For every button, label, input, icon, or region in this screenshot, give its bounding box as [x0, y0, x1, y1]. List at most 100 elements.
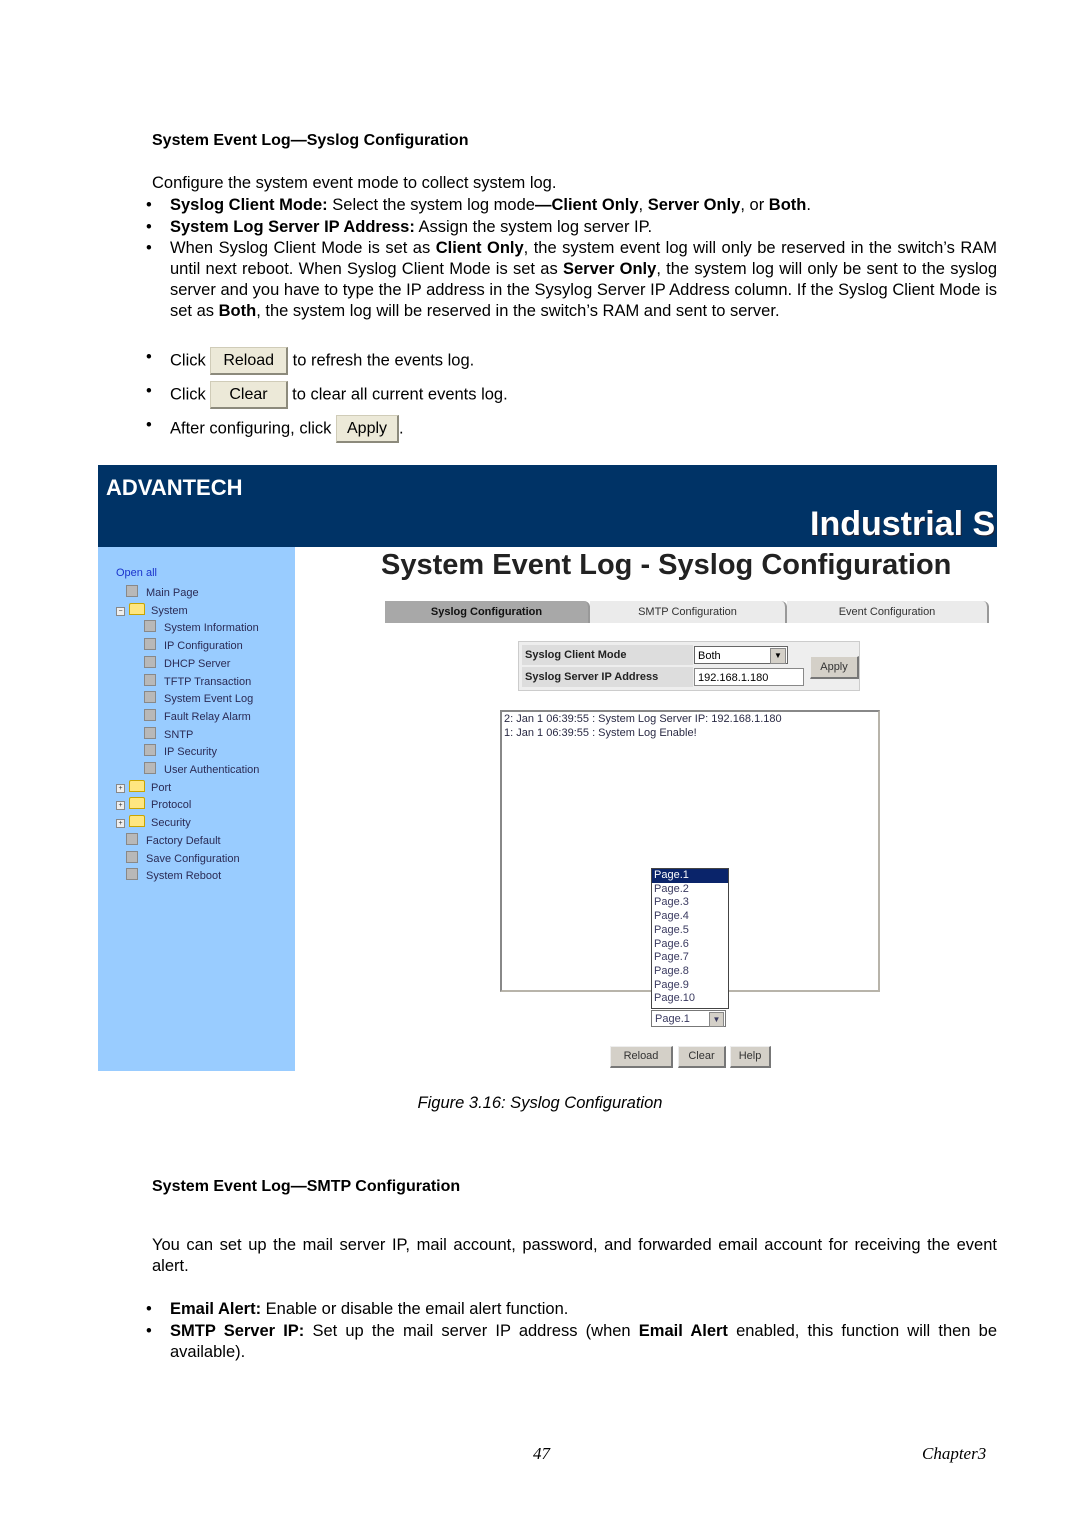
- sidebar-item[interactable]: IP Security: [144, 744, 217, 758]
- tab-event-configuration[interactable]: Event Configuration: [787, 601, 989, 623]
- folder-icon: [129, 602, 145, 615]
- page-option[interactable]: Page.10: [652, 992, 728, 1006]
- sidebar-item[interactable]: IP Configuration: [144, 638, 243, 652]
- section-heading-smtp: System Event Log—SMTP Configuration: [152, 1178, 461, 1195]
- page-icon: [144, 673, 156, 686]
- page-icon: [126, 868, 138, 881]
- page-number: 47: [533, 1444, 550, 1463]
- term: System Log Server IP Address:: [170, 218, 415, 236]
- sidebar-item[interactable]: System Information: [144, 620, 259, 634]
- text: When Syslog Client Mode is set as: [170, 239, 436, 257]
- page-option[interactable]: Page.9: [652, 979, 728, 993]
- open-all-link[interactable]: Open all: [116, 567, 157, 579]
- page-select[interactable]: Page.1 ▼: [651, 1010, 726, 1027]
- reload-button-image: Reload: [210, 347, 289, 375]
- page-option[interactable]: Page.4: [652, 910, 728, 924]
- sidebar-item[interactable]: TFTP Transaction: [144, 673, 251, 688]
- page-icon: [126, 850, 138, 863]
- sidebar-item[interactable]: User Authentication: [144, 762, 259, 776]
- clear-button[interactable]: Clear: [678, 1046, 726, 1068]
- client-mode-value: Both: [698, 650, 721, 662]
- sidebar-item[interactable]: System Reboot: [126, 868, 221, 882]
- reload-button[interactable]: Reload: [610, 1046, 673, 1068]
- sidebar-item[interactable]: Fault Relay Alarm: [144, 708, 251, 723]
- page-option[interactable]: Page.8: [652, 965, 728, 979]
- page-option[interactable]: Page.6: [652, 938, 728, 952]
- page-icon: [144, 655, 156, 668]
- syslog-form: Syslog Client Mode Both ▼ Syslog Server I…: [518, 641, 860, 691]
- expand-icon[interactable]: +: [116, 801, 125, 811]
- help-button[interactable]: Help: [730, 1046, 771, 1068]
- page-option[interactable]: Page.1: [652, 869, 728, 883]
- sidebar-item-label: Main Page: [146, 587, 199, 599]
- bullet-mode-explanation: • When Syslog Client Mode is set as Clie…: [146, 239, 998, 320]
- page-icon: [144, 726, 156, 739]
- sidebar-item[interactable]: Main Page: [126, 585, 199, 599]
- page-icon: [144, 638, 156, 651]
- page-option[interactable]: Page.7: [652, 951, 728, 965]
- apply-button[interactable]: Apply: [810, 656, 859, 679]
- intro-text: Configure the system event mode to colle…: [152, 174, 557, 192]
- page-icon: [144, 744, 156, 757]
- page-icon: [144, 691, 156, 704]
- expand-icon[interactable]: +: [116, 783, 125, 793]
- sidebar-item[interactable]: DHCP Server: [144, 655, 230, 670]
- page-dropdown-list[interactable]: Page.1 Page.2 Page.3 Page.4 Page.5 Page.6 Page…: [651, 868, 729, 1009]
- sidebar-item[interactable]: − System: [116, 602, 188, 617]
- bullet-smtp-server-ip: • SMTP Server IP: Set up the mail server…: [146, 1322, 997, 1361]
- chapter-label: Chapter3: [922, 1444, 987, 1463]
- sidebar-item[interactable]: SNTP: [144, 726, 193, 741]
- folder-icon: [129, 797, 145, 810]
- figure-caption: Figure 3.16: Syslog Configuration: [417, 1094, 663, 1112]
- log-line: 1: Jan 1 06:39:55 : System Log Enable!: [504, 727, 697, 739]
- sidebar-item-label: Port: [151, 781, 172, 794]
- text: Enable or disable the email alert functi…: [261, 1300, 569, 1318]
- term: Server Only: [562, 260, 657, 278]
- text: ,: [638, 196, 648, 214]
- server-ip-label: Syslog Server IP Address: [522, 667, 693, 687]
- sidebar-item[interactable]: System Event Log: [144, 691, 253, 705]
- text: Click: [170, 385, 206, 404]
- page-title: System Event Log - Syslog Configuration: [381, 549, 952, 581]
- chevron-down-icon[interactable]: ▼: [709, 1012, 724, 1027]
- text: .: [806, 196, 811, 214]
- sidebar-item-label: IP Security: [164, 746, 217, 759]
- sidebar-item-label: Factory Default: [146, 834, 221, 847]
- sidebar-item[interactable]: Save Configuration: [126, 850, 240, 865]
- tab-smtp-configuration[interactable]: SMTP Configuration: [590, 601, 787, 623]
- advantech-logo: ADVANTECH: [106, 475, 243, 500]
- expand-icon[interactable]: +: [116, 819, 125, 829]
- term: Email Alert: [638, 1322, 728, 1340]
- text: .: [399, 419, 404, 438]
- server-ip-input[interactable]: 192.168.1.180: [694, 668, 804, 686]
- sidebar-item-label: User Authentication: [164, 764, 260, 776]
- page-option[interactable]: Page.3: [652, 896, 728, 910]
- apply-button-image: Apply: [336, 415, 400, 443]
- term: Syslog Client Mode:: [170, 196, 328, 214]
- text: Click: [170, 351, 206, 370]
- page-icon: [126, 832, 138, 845]
- page-icon: [144, 708, 156, 721]
- text: Select the system log mode: [327, 196, 535, 214]
- collapse-icon[interactable]: −: [116, 606, 125, 616]
- bullet-server-ip: • System Log Server IP Address: Assign t…: [146, 218, 653, 236]
- bullet-apply: • After configuring, click Apply.: [146, 415, 997, 443]
- clear-button-image: Clear: [210, 381, 288, 409]
- sidebar-item-label: System: [151, 604, 188, 617]
- term: SMTP Server IP:: [170, 1322, 305, 1340]
- tab-syslog-configuration[interactable]: Syslog Configuration: [385, 601, 590, 623]
- term: —Client Only: [534, 196, 639, 214]
- sidebar-item[interactable]: + Security: [116, 815, 191, 829]
- text: to clear all current events log.: [292, 385, 508, 404]
- term: Both: [768, 196, 807, 214]
- sidebar-item-label: System Reboot: [146, 870, 222, 883]
- sidebar-tree: Open all Main Page − System System Informat…: [98, 547, 295, 1071]
- page-option[interactable]: Page.2: [652, 883, 728, 897]
- sidebar-item-label: Protocol: [151, 799, 192, 812]
- sidebar-item[interactable]: Factory Default: [126, 832, 221, 847]
- sidebar-item[interactable]: + Protocol: [116, 797, 191, 811]
- page-option[interactable]: Page.5: [652, 924, 728, 938]
- client-mode-select[interactable]: Both ▼: [694, 646, 788, 664]
- sidebar-item[interactable]: + Port: [116, 779, 172, 794]
- chevron-down-icon[interactable]: ▼: [770, 648, 786, 664]
